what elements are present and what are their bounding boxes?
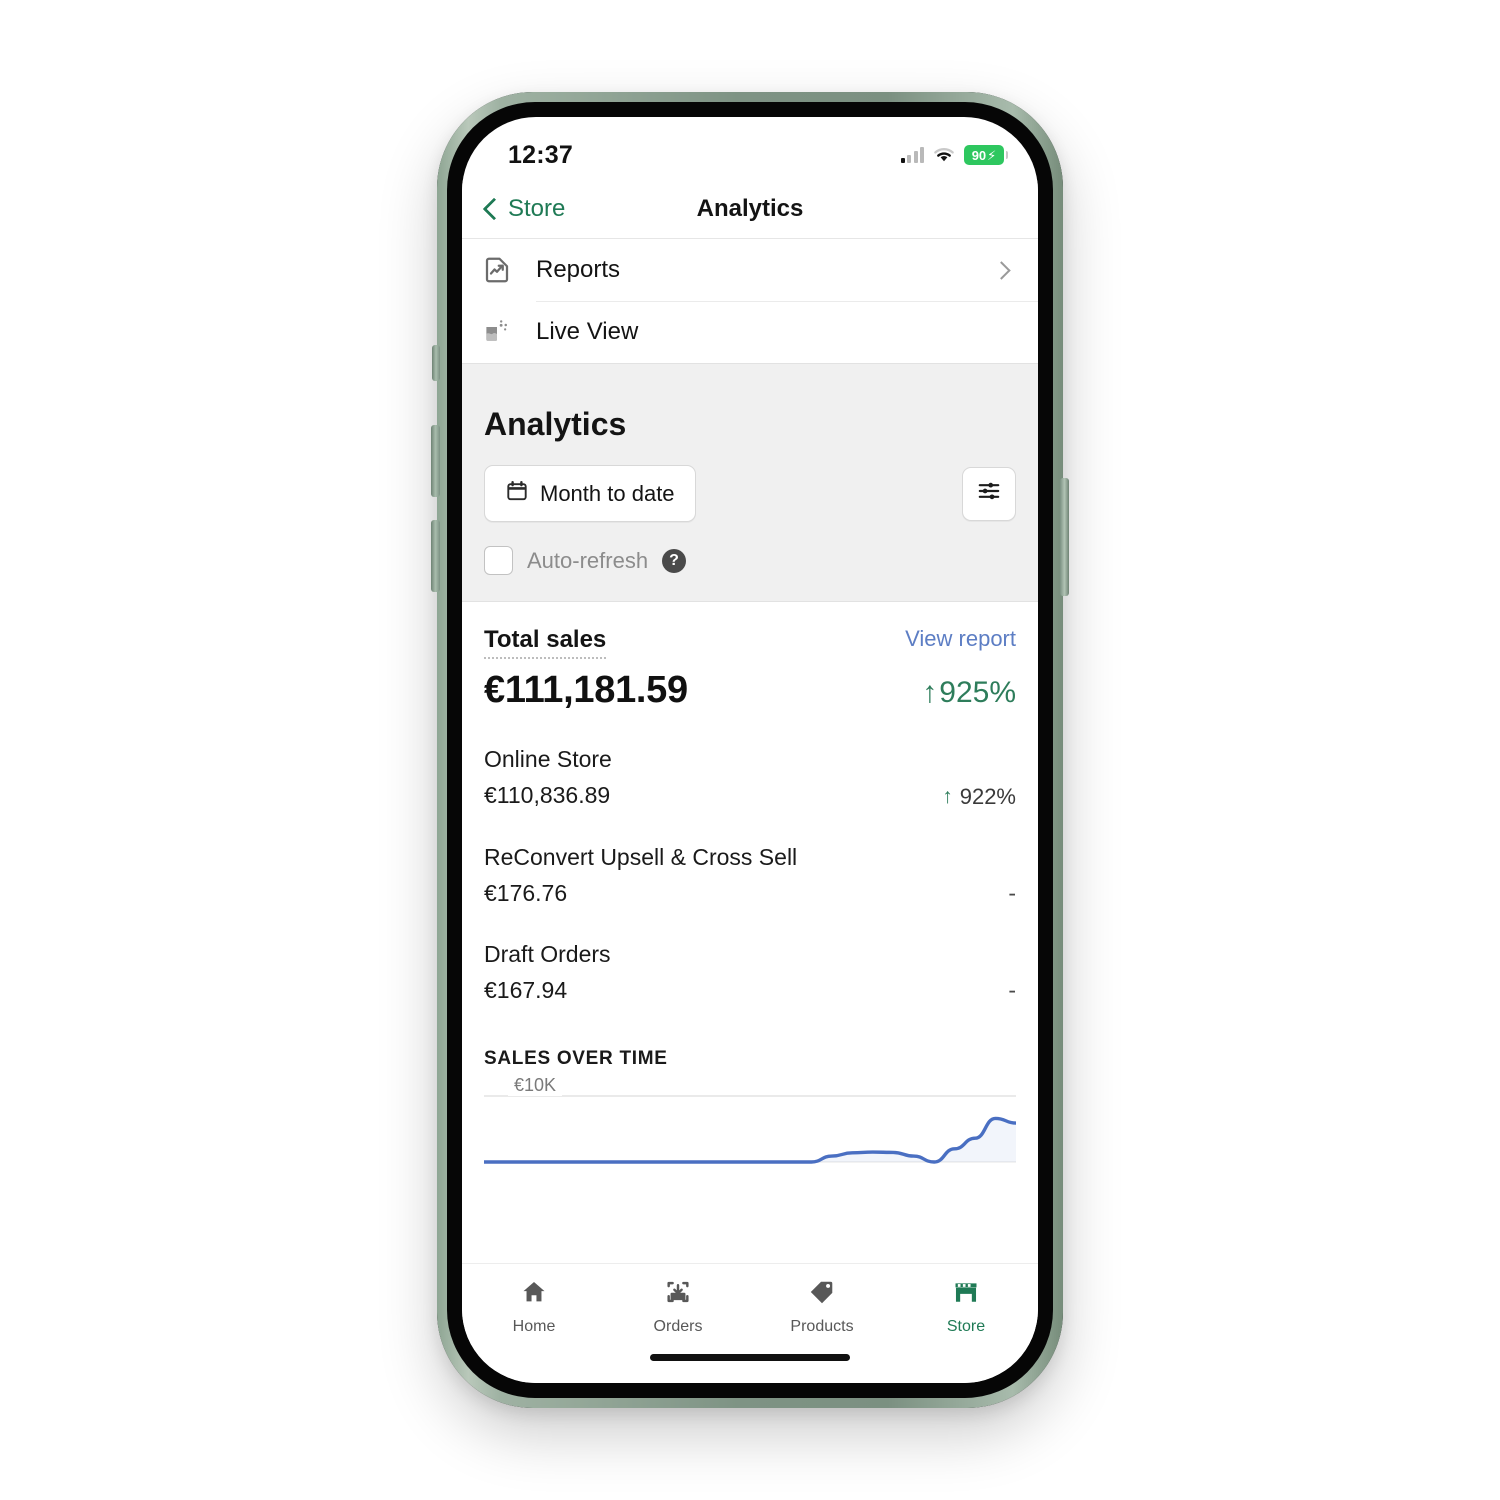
sliders-filter-icon: [976, 478, 1002, 509]
sales-over-time-chart: €10K: [484, 1075, 1016, 1176]
total-sales-card: Total sales View report €111,181.59 ↑ 92…: [462, 602, 1038, 1176]
wifi-icon: [933, 147, 955, 163]
orders-inbox-icon: [664, 1278, 692, 1311]
filter-button[interactable]: [962, 466, 1016, 521]
content-scroll-area[interactable]: Reports Live View Analytics Month to dat…: [462, 239, 1038, 1383]
chart-axis-label: €10K: [508, 1075, 563, 1096]
home-indicator[interactable]: [650, 1354, 850, 1361]
metric-label: Total sales: [484, 626, 607, 659]
breakdown-value: €176.76: [484, 880, 568, 906]
controls-row: Month to date: [484, 465, 1016, 522]
status-indicators: 90 ⚡: [900, 145, 1008, 165]
back-button[interactable]: Store: [482, 195, 565, 223]
chart-line-path: [484, 1116, 1016, 1164]
auto-refresh-checkbox[interactable]: [484, 546, 513, 575]
breakdown-row-reconvert: ReConvert Upsell & Cross Sell €176.76 -: [484, 844, 1016, 907]
volume-down-button[interactable]: [431, 520, 440, 592]
menu-item-reports[interactable]: Reports: [462, 239, 1038, 301]
section-title: Analytics: [484, 406, 627, 442]
chart-canvas: [484, 1095, 1016, 1164]
menu-item-label: Reports: [536, 256, 621, 283]
auto-refresh-row: Auto-refresh ?: [484, 546, 1016, 575]
breakdown-name: Draft Orders: [484, 941, 611, 967]
status-time: 12:37: [508, 140, 573, 169]
arrow-up-icon: ↑: [922, 676, 938, 709]
battery-level: 90: [971, 147, 987, 163]
tab-label: Store: [946, 1318, 986, 1335]
sales-over-time-title: SALES OVER TIME: [484, 1048, 668, 1069]
back-button-label: Store: [508, 194, 566, 222]
breakdown-row-draft-orders: Draft Orders €167.94 -: [484, 941, 1016, 1004]
navigation-bar: Store Analytics: [462, 179, 1038, 239]
tab-orders[interactable]: Orders: [606, 1278, 750, 1336]
total-sales-delta: ↑ 925%: [922, 676, 1016, 710]
total-sales-header: Total sales View report: [484, 626, 1016, 659]
date-range-button[interactable]: Month to date: [484, 465, 696, 522]
home-icon: [520, 1278, 548, 1311]
tab-label: Home: [512, 1318, 556, 1335]
breakdown-delta: ↑ 922%: [942, 784, 1016, 810]
tab-home[interactable]: Home: [462, 1278, 606, 1336]
analytics-controls-section: Analytics Month to date Auto-refresh ?: [462, 363, 1038, 602]
auto-refresh-label: Auto-refresh: [527, 547, 649, 573]
breakdown-name: ReConvert Upsell & Cross Sell: [484, 844, 798, 870]
report-document-icon: [482, 255, 522, 285]
menu-item-live-view[interactable]: Live View: [462, 301, 1038, 363]
date-range-label: Month to date: [540, 480, 675, 506]
total-sales-delta-value: 925%: [939, 676, 1016, 709]
tab-label: Products: [790, 1318, 854, 1335]
calendar-icon: [505, 479, 529, 508]
phone-screen: 12:37 90 ⚡ Store Analytics Reports Live …: [462, 117, 1038, 1383]
lightning-bolt-icon: ⚡: [987, 147, 997, 163]
breakdown-row-online-store: Online Store €110,836.89 ↑ 922%: [484, 746, 1016, 810]
bottom-tab-bar: Home Orders Products Store: [462, 1263, 1038, 1383]
breakdown-delta-value: -: [1008, 977, 1016, 1003]
analytics-menu-list: Reports Live View: [462, 239, 1038, 363]
menu-item-label: Live View: [536, 318, 639, 345]
chevron-right-icon: [992, 260, 1011, 280]
breakdown-name: Online Store: [484, 746, 612, 772]
breakdown-values: €167.94 -: [484, 977, 1016, 1004]
tab-products[interactable]: Products: [750, 1278, 894, 1336]
battery-indicator: 90 ⚡: [964, 145, 1008, 165]
breakdown-value: €167.94: [484, 977, 568, 1003]
power-button[interactable]: [1060, 478, 1069, 596]
price-tag-icon: [808, 1278, 836, 1311]
breakdown-values: €110,836.89 ↑ 922%: [484, 782, 1016, 810]
tab-store[interactable]: Store: [894, 1278, 1038, 1336]
tab-label: Orders: [653, 1318, 703, 1335]
question-mark-icon[interactable]: ?: [662, 548, 687, 573]
volume-up-button[interactable]: [431, 425, 440, 497]
breakdown-values: €176.76 -: [484, 880, 1016, 907]
total-sales-value: €111,181.59: [484, 669, 688, 711]
live-view-icon: [482, 317, 522, 347]
breakdown-value: €110,836.89: [484, 782, 611, 808]
arrow-up-icon: ↑: [942, 785, 953, 808]
cellular-signal-icon: [900, 147, 924, 163]
breakdown-delta-value: -: [1008, 880, 1016, 906]
breakdown-delta-value: 922%: [959, 784, 1016, 809]
view-report-link[interactable]: View report: [905, 626, 1016, 652]
chart-area-path: [484, 1118, 1016, 1162]
total-sales-value-row: €111,181.59 ↑ 925%: [484, 669, 1016, 712]
storefront-icon: [952, 1278, 980, 1311]
mute-switch-button[interactable]: [432, 345, 440, 381]
chevron-left-icon: [482, 197, 506, 220]
status-bar: 12:37 90 ⚡: [462, 117, 1038, 179]
